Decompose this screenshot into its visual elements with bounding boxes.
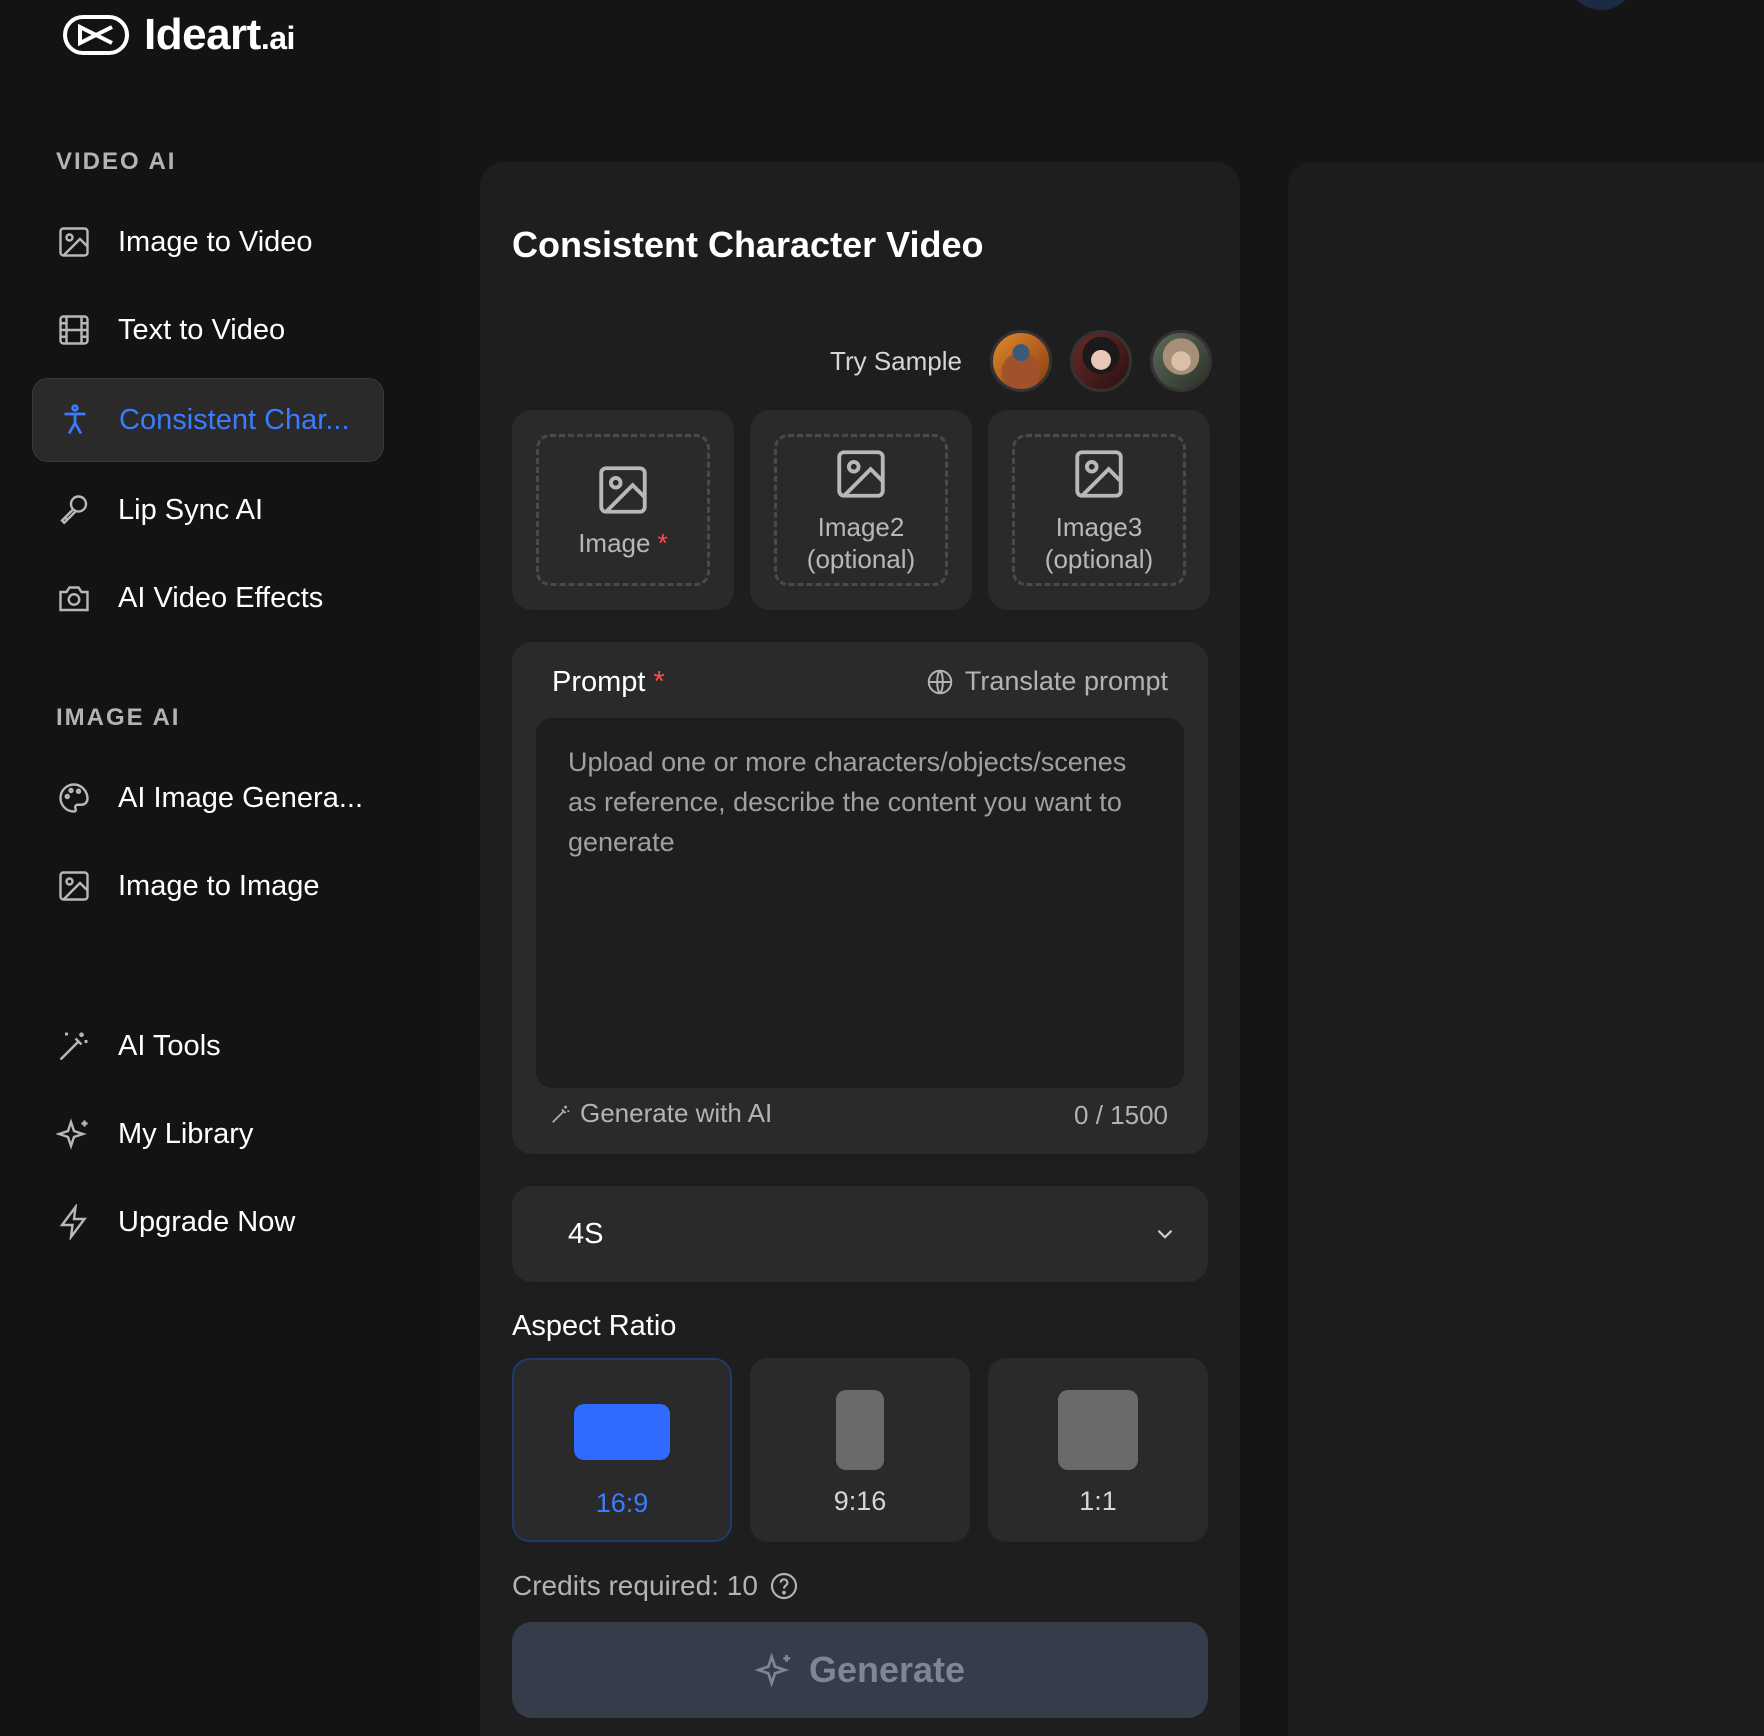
sidebar-item-image-to-video[interactable]: Image to Video	[32, 200, 384, 284]
sidebar-item-ai-image-generator[interactable]: AI Image Genera...	[32, 756, 384, 840]
sidebar-item-ai-video-effects[interactable]: AI Video Effects	[32, 556, 384, 640]
sidebar-item-label: Image to Video	[118, 225, 313, 258]
sidebar-item-my-library[interactable]: My Library	[32, 1092, 384, 1176]
sidebar: Ideart.ai VIDEO AI Image to Video Text t…	[0, 0, 440, 1736]
upload-dropzone[interactable]: Image3 (optional)	[1012, 434, 1186, 586]
sidebar-item-consistent-character[interactable]: Consistent Char...	[32, 378, 384, 462]
preview-panel	[1288, 162, 1764, 1736]
aspect-option-label: 16:9	[595, 1488, 649, 1518]
try-sample: Try Sample	[830, 330, 1212, 392]
aspect-option-9-16[interactable]: 9:16	[750, 1358, 970, 1542]
user-avatar[interactable]	[1566, 0, 1636, 10]
magic-wand-icon	[59, 1032, 88, 1061]
microphone-icon	[60, 495, 88, 525]
palette-icon	[59, 783, 89, 813]
image-icon	[1075, 450, 1123, 498]
sidebar-item-ai-tools[interactable]: AI Tools	[32, 1004, 384, 1088]
sidebar-item-upgrade-now[interactable]: Upgrade Now	[32, 1180, 384, 1264]
chevron-down-icon	[1157, 1229, 1173, 1239]
brand-logo[interactable]: Ideart.ai	[62, 10, 295, 60]
sidebar-item-label: Image to Image	[118, 869, 320, 902]
aspect-option-label: 9:16	[833, 1486, 887, 1516]
generate-with-ai-button[interactable]: Generate with AI	[550, 1098, 772, 1129]
aspect-shape-portrait	[836, 1390, 884, 1470]
prompt-section: Prompt * Translate prompt Generate with …	[512, 642, 1208, 1154]
image-upload-row: Image * Image2 (optional) Image3 (option…	[512, 410, 1210, 610]
upload-label: Image2 (optional)	[806, 512, 916, 574]
aspect-option-label: 1:1	[1079, 1486, 1117, 1516]
main-panel: Consistent Character Video Try Sample Im…	[480, 162, 1240, 1736]
help-icon[interactable]	[768, 1570, 800, 1602]
character-counter: 0 / 1500	[1074, 1100, 1168, 1130]
upload-image-3[interactable]: Image3 (optional)	[988, 410, 1210, 610]
sidebar-item-label: Consistent Char...	[119, 403, 350, 436]
aspect-shape-landscape	[574, 1404, 670, 1460]
generate-with-ai-label: Generate with AI	[580, 1098, 773, 1128]
image-icon	[59, 871, 89, 901]
generate-button[interactable]: Generate	[512, 1622, 1208, 1718]
page-title: Consistent Character Video	[512, 224, 984, 265]
app-root: Ideart.ai VIDEO AI Image to Video Text t…	[0, 0, 1764, 1736]
sparkle-icon	[754, 1652, 790, 1688]
translate-prompt-button[interactable]: Translate prompt	[925, 666, 1168, 697]
generate-label: Generate	[808, 1649, 966, 1690]
duration-value: 4S	[568, 1217, 604, 1250]
try-sample-label: Try Sample	[830, 345, 962, 376]
image-icon	[599, 466, 647, 514]
credits-info: Credits required: 10	[512, 1570, 800, 1602]
brand-name: Ideart.ai	[144, 10, 295, 59]
credits-label: Credits required: 10	[512, 1570, 758, 1601]
sample-thumbnail-3[interactable]	[1150, 330, 1212, 392]
camera-icon	[59, 586, 89, 612]
sidebar-item-label: AI Tools	[118, 1029, 221, 1062]
translate-label: Translate prompt	[964, 666, 1168, 696]
sidebar-item-label: Text to Video	[118, 313, 286, 346]
aspect-ratio-label: Aspect Ratio	[512, 1310, 677, 1342]
globe-icon	[927, 669, 953, 694]
prompt-label: Prompt *	[552, 666, 665, 698]
sidebar-item-text-to-video[interactable]: Text to Video	[32, 288, 384, 372]
image-icon	[59, 227, 89, 257]
upload-label: Image *	[578, 528, 668, 558]
aspect-option-16-9[interactable]: 16:9	[512, 1358, 732, 1542]
lightning-icon	[59, 1204, 87, 1240]
sidebar-item-label: AI Image Genera...	[118, 781, 364, 814]
upload-dropzone[interactable]: Image *	[536, 434, 710, 586]
sidebar-item-label: Upgrade Now	[118, 1205, 296, 1238]
upload-image-2[interactable]: Image2 (optional)	[750, 410, 972, 610]
aspect-shape-square	[1058, 1390, 1138, 1470]
person-icon	[64, 404, 86, 435]
aspect-option-1-1[interactable]: 1:1	[988, 1358, 1208, 1542]
sidebar-item-label: Lip Sync AI	[118, 493, 264, 526]
magic-wand-icon	[552, 1105, 570, 1123]
section-image-ai: IMAGE AI	[56, 704, 181, 731]
section-video-ai: VIDEO AI	[56, 148, 177, 175]
duration-select[interactable]: 4S	[512, 1186, 1208, 1282]
sample-thumbnail-2[interactable]	[1070, 330, 1132, 392]
logo-icon	[63, 15, 129, 55]
prompt-input[interactable]	[536, 718, 1184, 1088]
upload-image-1[interactable]: Image *	[512, 410, 734, 610]
sparkle-icon	[56, 1118, 88, 1150]
film-icon	[59, 315, 89, 345]
aspect-ratio-options: 16:9 9:16 1:1	[512, 1358, 1208, 1542]
sidebar-item-label: My Library	[118, 1117, 254, 1150]
sidebar-item-lip-sync[interactable]: Lip Sync AI	[32, 468, 384, 552]
upload-dropzone[interactable]: Image2 (optional)	[774, 434, 948, 586]
sidebar-item-image-to-image[interactable]: Image to Image	[32, 844, 384, 928]
image-icon	[837, 450, 885, 498]
sidebar-item-label: AI Video Effects	[118, 581, 324, 614]
sample-thumbnail-1[interactable]	[990, 330, 1052, 392]
upload-label: Image3 (optional)	[1044, 512, 1154, 574]
